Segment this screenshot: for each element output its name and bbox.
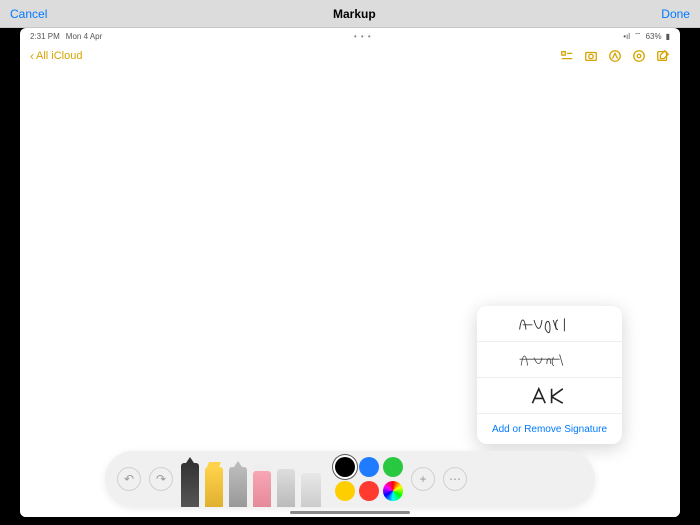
- markup-title: Markup: [333, 7, 376, 21]
- tool-group: [181, 451, 321, 507]
- done-button[interactable]: Done: [661, 7, 690, 21]
- status-bar: 2:31 PM Mon 4 Apr • • • •ıl ⌔ 63% ▮: [20, 28, 680, 44]
- add-remove-signature-button[interactable]: Add or Remove Signature: [477, 414, 622, 444]
- color-red[interactable]: [359, 481, 379, 501]
- highlighter-tool[interactable]: [205, 467, 223, 507]
- ipad-screen: 2:31 PM Mon 4 Apr • • • •ıl ⌔ 63% ▮ ‹ Al…: [20, 28, 680, 517]
- signature-option-1[interactable]: [477, 306, 622, 342]
- signature-popover: Add or Remove Signature: [477, 306, 622, 444]
- redo-button[interactable]: ↷: [149, 467, 173, 491]
- color-palette: [335, 457, 403, 501]
- checklist-icon[interactable]: [560, 49, 574, 63]
- color-yellow[interactable]: [335, 481, 355, 501]
- color-green[interactable]: [383, 457, 403, 477]
- pencil-tool[interactable]: [229, 467, 247, 507]
- drawing-canvas[interactable]: [20, 68, 680, 517]
- battery-icon: ▮: [666, 32, 670, 41]
- markup-topbar: Cancel Markup Done: [0, 0, 700, 28]
- chevron-left-icon: ‹: [30, 49, 34, 63]
- status-time: 2:31 PM: [30, 32, 60, 41]
- signal-icon: •ıl: [623, 32, 630, 41]
- signature-option-3[interactable]: [477, 378, 622, 414]
- device-frame: 2:31 PM Mon 4 Apr • • • •ıl ⌔ 63% ▮ ‹ Al…: [0, 28, 700, 525]
- color-blue[interactable]: [359, 457, 379, 477]
- undo-button[interactable]: ↶: [117, 467, 141, 491]
- color-black[interactable]: [335, 457, 355, 477]
- pen-tool[interactable]: [181, 463, 199, 507]
- multitask-dots-icon: • • •: [354, 32, 372, 41]
- battery-label: 63%: [646, 32, 662, 41]
- notes-toolbar: ‹ All iCloud: [20, 44, 680, 68]
- cancel-button[interactable]: Cancel: [10, 7, 47, 21]
- wifi-icon: ⌔: [634, 31, 642, 41]
- add-shape-button[interactable]: +: [411, 467, 435, 491]
- markup-icon[interactable]: [608, 49, 622, 63]
- compose-icon[interactable]: [656, 49, 670, 63]
- back-label: All iCloud: [36, 50, 82, 62]
- camera-icon[interactable]: [584, 49, 598, 63]
- markup-tool-dock: ↶ ↷: [105, 451, 595, 507]
- more-button[interactable]: ⋯: [443, 467, 467, 491]
- share-icon[interactable]: [632, 49, 646, 63]
- signature-option-2[interactable]: [477, 342, 622, 378]
- lasso-tool[interactable]: [277, 469, 295, 507]
- color-picker-wheel[interactable]: [383, 481, 403, 501]
- ruler-tool[interactable]: [301, 473, 321, 507]
- status-date: Mon 4 Apr: [66, 32, 102, 41]
- eraser-tool[interactable]: [253, 471, 271, 507]
- home-indicator[interactable]: [290, 511, 410, 514]
- back-button[interactable]: ‹ All iCloud: [30, 49, 82, 63]
